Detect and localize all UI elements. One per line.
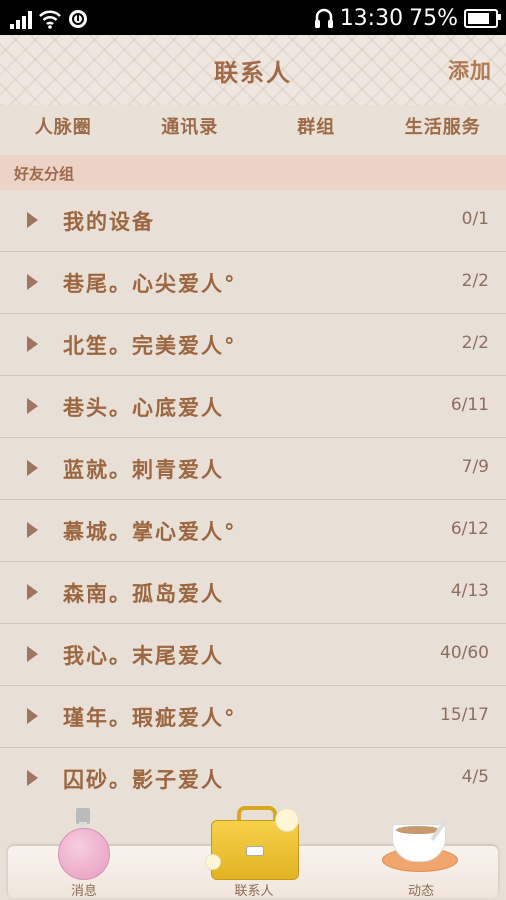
expand-arrow-icon (27, 212, 38, 228)
clock: 13:30 (339, 5, 404, 31)
group-count: 7/9 (461, 457, 489, 477)
list-item[interactable]: 巷尾。心尖爱人° 2/2 (0, 252, 506, 314)
friend-group-list: 我的设备 0/1 巷尾。心尖爱人° 2/2 北笙。完美爱人° 2/2 巷头。心底… (0, 190, 506, 809)
list-item[interactable]: 囚砂。影子爱人 4/5 (0, 748, 506, 809)
expand-arrow-icon (27, 646, 38, 662)
page-title: 联系人 (214, 59, 292, 87)
group-name: 巷头。心底爱人 (63, 396, 224, 420)
tab-bar: 人脉圈 通讯录 群组 生活服务 (0, 105, 506, 156)
group-count: 15/17 (440, 705, 489, 725)
expand-arrow-icon (27, 770, 38, 786)
group-count: 2/2 (461, 333, 489, 353)
wifi-icon (39, 10, 61, 29)
dock-label-messages[interactable]: 消息 (44, 880, 124, 899)
expand-arrow-icon (27, 584, 38, 600)
expand-arrow-icon (27, 460, 38, 476)
group-count: 40/60 (440, 643, 489, 663)
group-name: 森南。孤岛爱人 (63, 582, 224, 606)
status-indicators (10, 7, 88, 29)
list-item[interactable]: 瑾年。瑕疵爱人° 15/17 (0, 686, 506, 748)
status-right: 13:30 75% (314, 4, 501, 32)
list-item[interactable]: 慕城。掌心爱人° 6/12 (0, 500, 506, 562)
group-name: 北笙。完美爱人° (63, 334, 237, 358)
group-count: 6/11 (450, 395, 489, 415)
feed-teacup-icon[interactable] (382, 818, 460, 878)
group-name: 巷尾。心尖爱人° (63, 272, 237, 296)
expand-arrow-icon (27, 398, 38, 414)
group-name: 瑾年。瑕疵爱人° (63, 706, 237, 730)
expand-arrow-icon (27, 274, 38, 290)
group-name: 蓝就。刺青爱人 (63, 458, 224, 482)
list-item[interactable]: 我的设备 0/1 (0, 190, 506, 252)
sync-icon (69, 10, 87, 28)
list-item[interactable]: 蓝就。刺青爱人 7/9 (0, 438, 506, 500)
tab-network[interactable]: 人脉圈 (0, 105, 127, 155)
group-name: 我的设备 (63, 210, 155, 234)
list-item[interactable]: 森南。孤岛爱人 4/13 (0, 562, 506, 624)
section-title: 好友分组 (14, 165, 75, 183)
dock-label-contacts[interactable]: 联系人 (214, 880, 294, 899)
group-name: 慕城。掌心爱人° (63, 520, 237, 544)
dock-label-feed[interactable]: 动态 (381, 880, 461, 899)
list-item[interactable]: 巷头。心底爱人 6/11 (0, 376, 506, 438)
tab-groups[interactable]: 群组 (253, 105, 380, 155)
list-item[interactable]: 北笙。完美爱人° 2/2 (0, 314, 506, 376)
expand-arrow-icon (27, 708, 38, 724)
group-count: 0/1 (461, 209, 489, 229)
tab-life-services[interactable]: 生活服务 (380, 105, 506, 155)
tab-address-book[interactable]: 通讯录 (127, 105, 254, 155)
battery-percent: 75% (409, 5, 458, 31)
battery-icon (464, 8, 501, 28)
status-bar: 13:30 75% (0, 0, 506, 35)
contacts-briefcase-icon[interactable] (205, 806, 299, 880)
group-count: 4/13 (450, 581, 489, 601)
group-count: 2/2 (461, 271, 489, 291)
signal-icon (10, 11, 32, 29)
expand-arrow-icon (27, 336, 38, 352)
add-button[interactable]: 添加 (448, 55, 492, 85)
messages-perfume-icon[interactable] (55, 808, 111, 880)
group-count: 4/5 (461, 767, 489, 787)
headphones-icon (314, 8, 333, 28)
group-name: 囚砂。影子爱人 (63, 768, 224, 792)
expand-arrow-icon (27, 522, 38, 538)
section-header: 好友分组 (0, 155, 506, 191)
header: 联系人 添加 (0, 35, 506, 105)
group-name: 我心。末尾爱人 (63, 644, 224, 668)
list-item[interactable]: 我心。末尾爱人 40/60 (0, 624, 506, 686)
group-count: 6/12 (450, 519, 489, 539)
